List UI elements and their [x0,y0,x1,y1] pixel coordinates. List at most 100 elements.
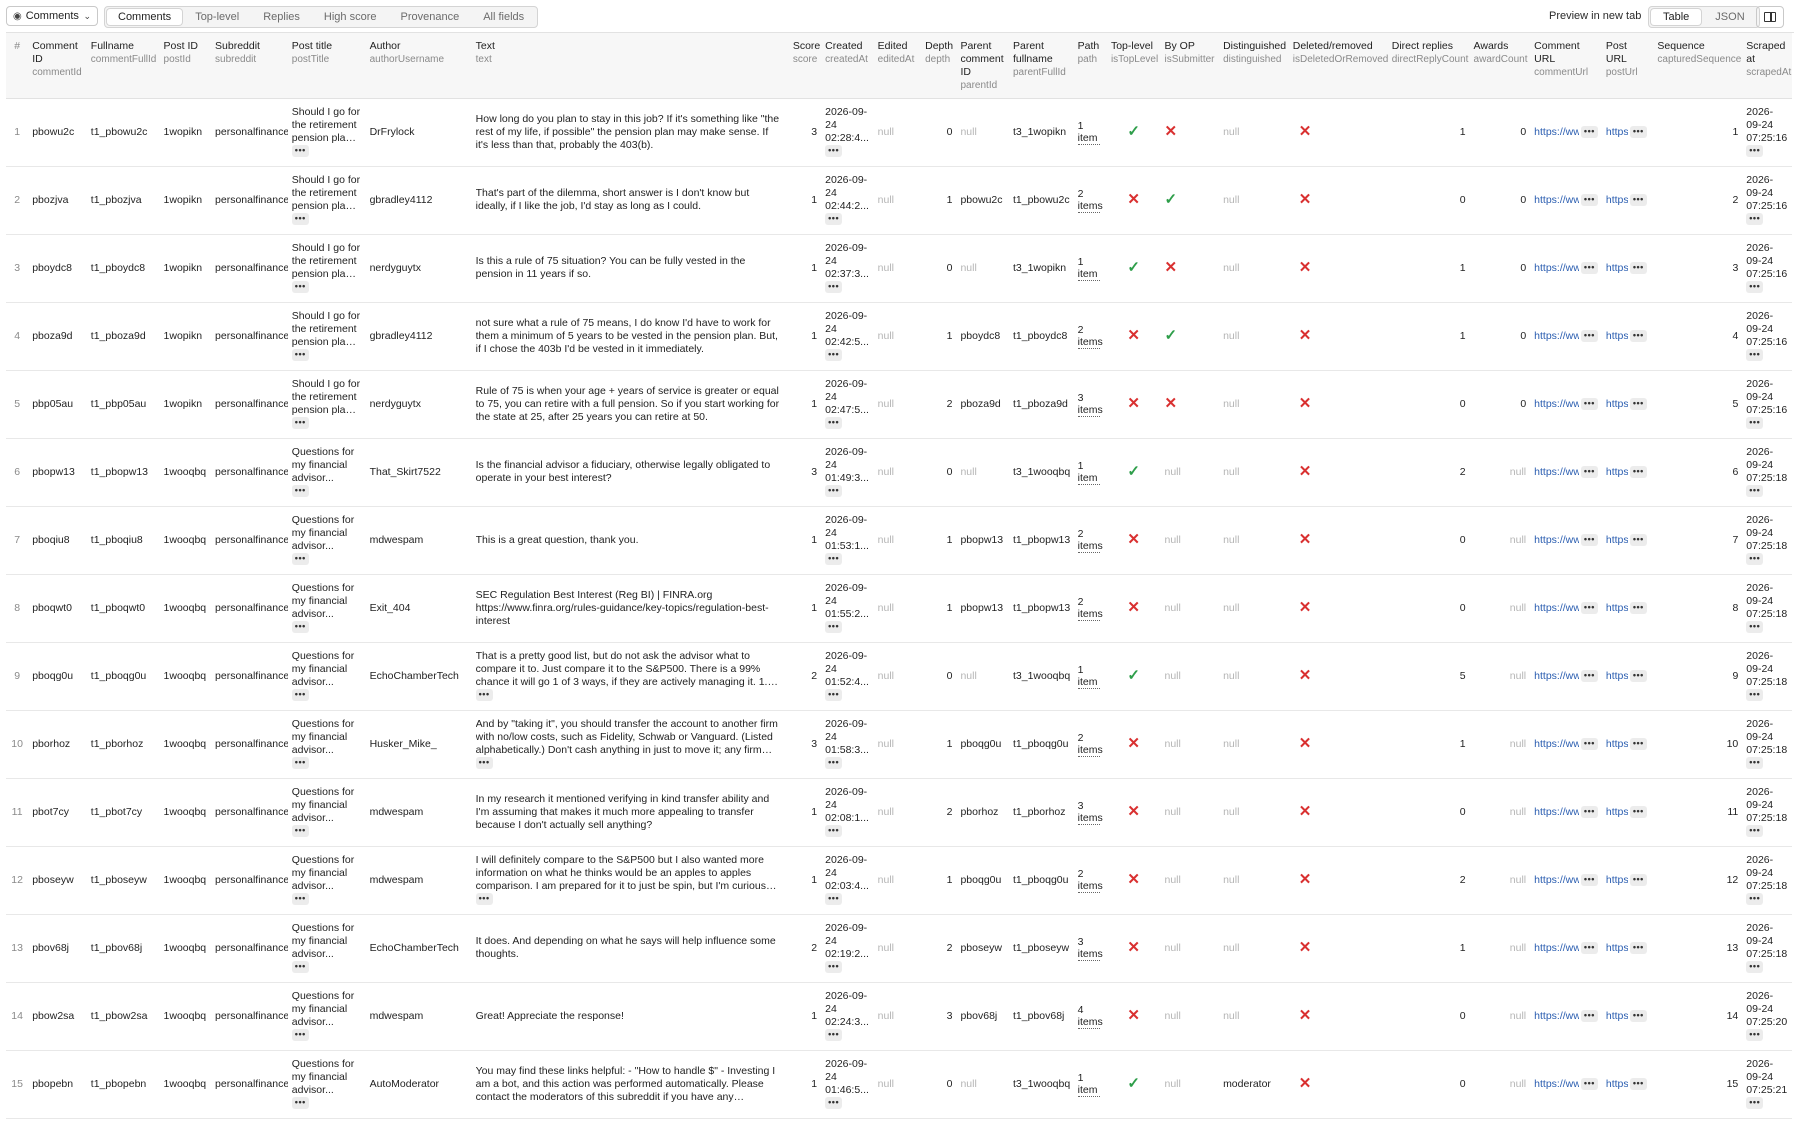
ellipsis-icon[interactable]: ••• [1746,417,1764,430]
table-row[interactable]: 2 pbozjva t1_pbozjva 1wopikn personalfinance… [6,166,1792,234]
path-value[interactable]: 2 items [1077,324,1103,349]
ellipsis-icon[interactable]: ••• [825,417,843,430]
ellipsis-icon[interactable]: ••• [1580,262,1598,274]
ellipsis-icon[interactable]: ••• [825,689,843,702]
ellipsis-icon[interactable]: ••• [825,145,843,158]
ellipsis-icon[interactable]: ••• [1746,893,1764,906]
table-row[interactable]: 8 pboqwt0 t1_pboqwt0 1wooqbq personalfinance… [6,574,1792,642]
ellipsis-icon[interactable]: ••• [1629,466,1647,478]
cell-path[interactable]: 3 items [1074,778,1107,846]
post-url-link[interactable]: https://www.... [1606,874,1628,887]
post-url-link[interactable]: https://www.... [1606,1010,1628,1023]
column-header[interactable]: Deleted/removed isDeletedOrRemoved [1288,33,1388,99]
cell-path[interactable]: 2 items [1074,846,1107,914]
column-header[interactable]: Subreddit subreddit [211,33,288,99]
filter-tab-all-fields[interactable]: All fields [472,9,535,25]
comment-url-link[interactable]: https://www.reddit.com/r/p... [1534,1078,1579,1091]
filter-tab-top-level[interactable]: Top-level [184,9,250,25]
column-header[interactable]: Post ID postId [159,33,212,99]
post-url-link[interactable]: https://www.... [1606,398,1628,411]
path-value[interactable]: 1 item [1077,1072,1100,1097]
column-header[interactable]: Sequence capturedSequence [1653,33,1743,99]
table-row[interactable]: 4 pboza9d t1_pboza9d 1wopikn personalfinance… [6,302,1792,370]
ellipsis-icon[interactable]: ••• [475,757,493,770]
ellipsis-icon[interactable]: ••• [475,689,493,702]
path-value[interactable]: 3 items [1077,392,1103,417]
cell-path[interactable]: 1 item [1074,438,1107,506]
ellipsis-icon[interactable]: ••• [291,349,309,362]
table-row[interactable]: 10 pborhoz t1_pborhoz 1wooqbq personalfinanc… [6,710,1792,778]
ellipsis-icon[interactable]: ••• [825,621,843,634]
post-url-link[interactable]: https://www.... [1606,330,1628,343]
ellipsis-icon[interactable]: ••• [1580,670,1598,682]
column-header[interactable]: Parent fullname parentFullId [1008,33,1074,99]
ellipsis-icon[interactable]: ••• [1629,262,1647,274]
column-header[interactable]: Post URL postUrl [1601,33,1654,99]
cell-path[interactable]: 2 items [1074,506,1107,574]
ellipsis-icon[interactable]: ••• [1629,738,1647,750]
cell-path[interactable]: 4 items [1074,982,1107,1050]
ellipsis-icon[interactable]: ••• [1746,757,1764,770]
ellipsis-icon[interactable]: ••• [291,1097,309,1110]
ellipsis-icon[interactable]: ••• [1629,1010,1647,1022]
ellipsis-icon[interactable]: ••• [825,825,843,838]
ellipsis-icon[interactable]: ••• [1580,194,1598,206]
path-value[interactable]: 2 items [1077,732,1103,757]
column-header[interactable]: Awards awardCount [1469,33,1531,99]
ellipsis-icon[interactable]: ••• [1580,126,1598,138]
post-url-link[interactable]: https://www.... [1606,262,1628,275]
post-url-link[interactable]: https://www.... [1606,806,1628,819]
post-url-link[interactable]: https://www.... [1606,534,1628,547]
ellipsis-icon[interactable]: ••• [1629,1078,1647,1090]
path-value[interactable]: 3 items [1077,800,1103,825]
ellipsis-icon[interactable]: ••• [1629,194,1647,206]
ellipsis-icon[interactable]: ••• [1580,534,1598,546]
column-header[interactable]: Edited editedAt [873,33,922,99]
column-header[interactable]: Created createdAt [821,33,874,99]
ellipsis-icon[interactable]: ••• [1580,602,1598,614]
ellipsis-icon[interactable]: ••• [1746,621,1764,634]
ellipsis-icon[interactable]: ••• [1629,398,1647,410]
cell-path[interactable]: 3 items [1074,914,1107,982]
path-value[interactable]: 1 item [1077,120,1100,145]
ellipsis-icon[interactable]: ••• [825,553,843,566]
ellipsis-icon[interactable]: ••• [1629,602,1647,614]
comment-url-link[interactable]: https://www.reddit.com/r/p... [1534,670,1579,683]
column-header[interactable]: Score score [788,33,822,99]
ellipsis-icon[interactable]: ••• [1746,1097,1764,1110]
view-select[interactable]: ◉ Comments ⌄ [6,6,98,26]
ellipsis-icon[interactable]: ••• [825,349,843,362]
path-value[interactable]: 2 items [1077,868,1103,893]
table-row[interactable]: 13 pbov68j t1_pbov68j 1wooqbq personalfinanc… [6,914,1792,982]
ellipsis-icon[interactable]: ••• [291,961,309,974]
ellipsis-icon[interactable]: ••• [291,281,309,294]
column-header[interactable]: Comment ID commentId [28,33,87,99]
comment-url-link[interactable]: https://www.reddit.com/r/p... [1534,466,1579,479]
comment-url-link[interactable]: https://www.reddit.com/r/p... [1534,194,1579,207]
ellipsis-icon[interactable]: ••• [291,1029,309,1042]
column-header[interactable]: Direct replies directReplyCount [1387,33,1470,99]
ellipsis-icon[interactable]: ••• [1746,485,1764,498]
ellipsis-icon[interactable]: ••• [291,417,309,430]
path-value[interactable]: 1 item [1077,664,1100,689]
path-value[interactable]: 3 items [1077,936,1103,961]
filter-tab-replies[interactable]: Replies [252,9,311,25]
ellipsis-icon[interactable]: ••• [825,281,843,294]
ellipsis-icon[interactable]: ••• [825,893,843,906]
ellipsis-icon[interactable]: ••• [1580,942,1598,954]
ellipsis-icon[interactable]: ••• [1746,145,1764,158]
ellipsis-icon[interactable]: ••• [1746,349,1764,362]
results-table-container[interactable]: # Comment ID commentId Fullname commentFullI… [6,32,1794,1123]
post-url-link[interactable]: https://www.... [1606,194,1628,207]
cell-path[interactable]: 2 items [1074,302,1107,370]
table-row[interactable]: 15 pbopebn t1_pbopebn 1wooqbq personalfinanc… [6,1050,1792,1118]
post-url-link[interactable]: https://www.... [1606,738,1628,751]
cell-path[interactable]: 1 item [1074,642,1107,710]
column-header[interactable]: Fullname commentFullId [86,33,160,99]
ellipsis-icon[interactable]: ••• [475,893,493,906]
comment-url-link[interactable]: https://www.reddit.com/r/p... [1534,330,1579,343]
path-value[interactable]: 4 items [1077,1004,1103,1029]
column-header[interactable]: Scraped at scrapedAt [1742,33,1792,99]
comment-url-link[interactable]: https://www.reddit.com/r/p... [1534,806,1579,819]
comment-url-link[interactable]: https://www.reddit.com/r/p... [1534,398,1579,411]
